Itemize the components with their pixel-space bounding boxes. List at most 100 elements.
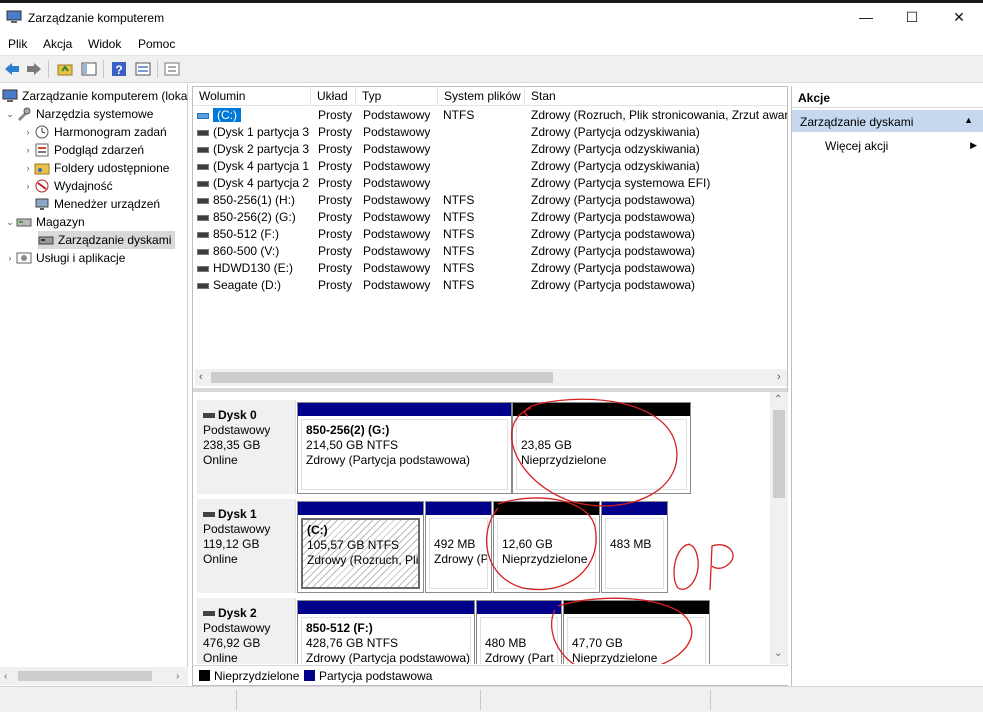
console-tree-icon[interactable]: [80, 60, 98, 78]
type-cell: Podstawowy: [363, 108, 431, 122]
tree-item-device-manager[interactable]: Menedżer urządzeń: [34, 195, 160, 213]
status-bar: [0, 686, 983, 712]
storage-icon: [16, 215, 32, 229]
layout-cell: Prosty: [318, 193, 353, 207]
tree-item-event-viewer[interactable]: › Podgląd zdarzeń: [22, 141, 145, 159]
volume-icon: [197, 163, 209, 170]
tree-item-root[interactable]: Zarządzanie komputerem (loka: [2, 87, 187, 105]
legend-unallocated-label: Nieprzydzielone: [214, 669, 300, 683]
tree-item-system-tools[interactable]: ⌄ Narzędzia systemowe: [4, 105, 153, 123]
minimize-button[interactable]: —: [843, 0, 889, 34]
list-view-icon[interactable]: [163, 60, 181, 78]
status-cell: Zdrowy (Partycja odzyskiwania): [531, 159, 700, 173]
menu-help[interactable]: Pomoc: [138, 37, 175, 51]
chevron-down-icon[interactable]: ⌄: [4, 109, 16, 120]
tree-item-services[interactable]: › Usługi i aplikacje: [4, 249, 126, 267]
scroll-left-icon[interactable]: ‹: [4, 671, 7, 682]
menu-view[interactable]: Widok: [88, 37, 121, 51]
window-title: Zarządzanie komputerem: [28, 11, 165, 25]
status-cell: Zdrowy (Partycja podstawowa): [531, 244, 696, 258]
volume-name-cell[interactable]: 850-256(1) (H:): [197, 193, 309, 207]
volume-name-cell[interactable]: 850-256(2) (G:): [197, 210, 309, 224]
collapse-arrow-icon[interactable]: ▲: [964, 115, 973, 125]
volume-name: 850-256(2) (G:): [213, 210, 296, 224]
actions-section-disk-management[interactable]: Zarządzanie dyskami ▲: [792, 110, 983, 132]
menu-action[interactable]: Akcja: [43, 37, 72, 51]
chevron-right-icon[interactable]: ›: [22, 127, 34, 137]
hand-drawn-annotations: [485, 398, 693, 664]
back-icon[interactable]: [3, 60, 21, 78]
column-header-type[interactable]: Typ: [356, 87, 438, 106]
maximize-button[interactable]: ☐: [889, 0, 935, 34]
volume-name-cell[interactable]: Seagate (D:): [197, 278, 309, 292]
tree-item-label: Menedżer urządzeń: [54, 197, 161, 211]
scroll-right-icon[interactable]: ›: [176, 671, 179, 682]
volume-name: 850-256(1) (H:): [213, 193, 296, 207]
column-header-volume[interactable]: Wolumin: [193, 87, 311, 106]
column-header-status[interactable]: Stan: [525, 87, 787, 106]
tree-item-label: Magazyn: [36, 215, 85, 229]
volume-name-cell[interactable]: (Dysk 1 partycja 3): [197, 125, 309, 139]
disk-graph-view: Dysk 0 Podstawowy 238,35 GB Online 850-2…: [193, 392, 770, 664]
up-folder-icon[interactable]: [56, 60, 74, 78]
tree-horizontal-scrollbar[interactable]: ‹ ›: [0, 667, 188, 685]
annotation-circle: [485, 497, 597, 591]
tree-item-storage[interactable]: ⌄ Magazyn: [4, 213, 85, 231]
event-log-icon: [34, 143, 50, 157]
legend-primary-label: Partycja podstawowa: [319, 669, 433, 683]
chevron-right-icon[interactable]: ›: [22, 163, 34, 173]
toolbar-separator: [48, 60, 49, 78]
scroll-down-icon[interactable]: ⌄: [774, 648, 782, 659]
computer-management-icon: [6, 10, 22, 23]
tree-item-disk-management[interactable]: Zarządzanie dyskami: [38, 231, 176, 249]
volume-name-cell[interactable]: (Dysk 2 partycja 3): [197, 142, 309, 156]
layout-cell: Prosty: [318, 142, 353, 156]
chevron-down-icon[interactable]: ⌄: [4, 217, 16, 228]
more-actions-item[interactable]: Więcej akcji ▶: [792, 136, 983, 156]
layout-cell: Prosty: [318, 210, 353, 224]
type-cell: Podstawowy: [363, 176, 431, 190]
volume-name: 850-512 (F:): [213, 227, 280, 241]
volume-icon: [197, 197, 209, 204]
help-icon[interactable]: ?: [110, 60, 128, 78]
close-button[interactable]: ✕: [936, 0, 982, 34]
disk-graph-vertical-scrollbar[interactable]: ⌃ ⌄: [770, 392, 788, 664]
scroll-thumb[interactable]: [18, 671, 152, 681]
tree-item-label: Zarządzanie komputerem (loka: [22, 89, 188, 103]
volume-name-cell[interactable]: HDWD130 (E:): [197, 261, 309, 275]
chevron-right-icon[interactable]: ›: [22, 181, 34, 191]
volume-list-horizontal-scrollbar[interactable]: ‹ ›: [195, 369, 787, 386]
volume-name: Seagate (D:): [213, 278, 282, 292]
menu-file[interactable]: Plik: [8, 37, 27, 51]
forward-icon[interactable]: [25, 60, 43, 78]
column-header-filesystem[interactable]: System plików: [438, 87, 525, 106]
volume-name-cell[interactable]: (Dysk 4 partycja 2): [197, 176, 309, 190]
volume-name-cell[interactable]: 860-500 (V:): [197, 244, 309, 258]
status-divider: [236, 690, 237, 710]
tree-item-task-scheduler[interactable]: › Harmonogram zadań: [22, 123, 167, 141]
volume-name-cell[interactable]: 850-512 (F:): [197, 227, 309, 241]
volume-name-cell[interactable]: (Dysk 4 partycja 1): [197, 159, 309, 173]
type-cell: Podstawowy: [363, 244, 431, 258]
tree-item-performance[interactable]: › Wydajność: [22, 177, 113, 195]
submenu-arrow-icon: ▶: [970, 140, 977, 150]
tree-item-shared-folders[interactable]: › Foldery udostępnione: [22, 159, 170, 177]
volume-name-cell[interactable]: (C:): [197, 108, 309, 122]
scroll-thumb[interactable]: [773, 410, 785, 498]
status-cell: Zdrowy (Partycja odzyskiwania): [531, 142, 700, 156]
title-bar-top-strip: [0, 0, 983, 3]
volume-name: (Dysk 1 partycja 3): [213, 125, 309, 139]
clock-icon: [34, 125, 50, 139]
column-header-layout[interactable]: Układ: [311, 87, 356, 106]
scroll-right-icon[interactable]: ›: [777, 371, 781, 383]
chevron-right-icon[interactable]: ›: [4, 253, 16, 263]
volume-icon: [197, 214, 209, 221]
scroll-up-icon[interactable]: ⌃: [774, 394, 782, 405]
volume-name: (Dysk 4 partycja 2): [213, 176, 309, 190]
chevron-right-icon[interactable]: ›: [22, 145, 34, 155]
type-cell: Podstawowy: [363, 193, 431, 207]
tools-icon: [16, 107, 32, 121]
scroll-thumb[interactable]: [211, 372, 553, 383]
scroll-left-icon[interactable]: ‹: [199, 371, 203, 383]
properties-icon[interactable]: [134, 60, 152, 78]
